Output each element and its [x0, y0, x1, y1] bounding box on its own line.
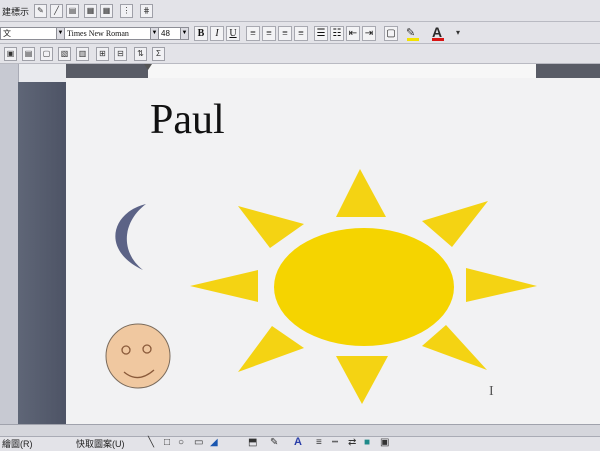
sun-ray-top-right[interactable]: [422, 201, 488, 247]
wordart-tool-icon[interactable]: ◢: [210, 437, 218, 448]
sun-ray-top[interactable]: [336, 169, 386, 217]
fill-color-icon[interactable]: ⬒: [248, 437, 257, 448]
textbox-tool-icon[interactable]: ▭: [194, 437, 203, 448]
autoshapes-button[interactable]: 快取圖案(U): [76, 437, 125, 450]
shadow-icon[interactable]: ■: [364, 437, 370, 448]
line-tool-icon[interactable]: ╲: [148, 437, 154, 448]
sun-ray-bottom-right[interactable]: [422, 325, 487, 370]
drawing-canvas: [105, 169, 537, 404]
draw-menu-button[interactable]: 繪圖(R): [2, 437, 33, 450]
oval-tool-icon[interactable]: ○: [178, 437, 184, 448]
text-cursor-icon: I: [489, 384, 494, 399]
rectangle-tool-icon[interactable]: □: [164, 437, 170, 448]
sun-body[interactable]: [274, 228, 454, 346]
smiley-face[interactable]: [105, 323, 171, 389]
dash-style-icon[interactable]: ┅: [332, 437, 338, 448]
3d-icon[interactable]: ▣: [380, 437, 389, 448]
sun-ray-bottom-left[interactable]: [238, 326, 304, 372]
arrow-style-icon[interactable]: ⇄: [348, 437, 356, 448]
sun-ray-left[interactable]: [190, 270, 258, 302]
sun-ray-top-left[interactable]: [238, 206, 304, 248]
line-color-icon[interactable]: ✎: [270, 437, 278, 448]
drawing-font-color-icon[interactable]: A: [294, 436, 302, 448]
sun-ray-bottom[interactable]: [336, 356, 388, 404]
sun-ray-right[interactable]: [466, 268, 537, 302]
line-style-icon[interactable]: ≡: [316, 437, 322, 448]
moon-shape[interactable]: [115, 204, 146, 270]
